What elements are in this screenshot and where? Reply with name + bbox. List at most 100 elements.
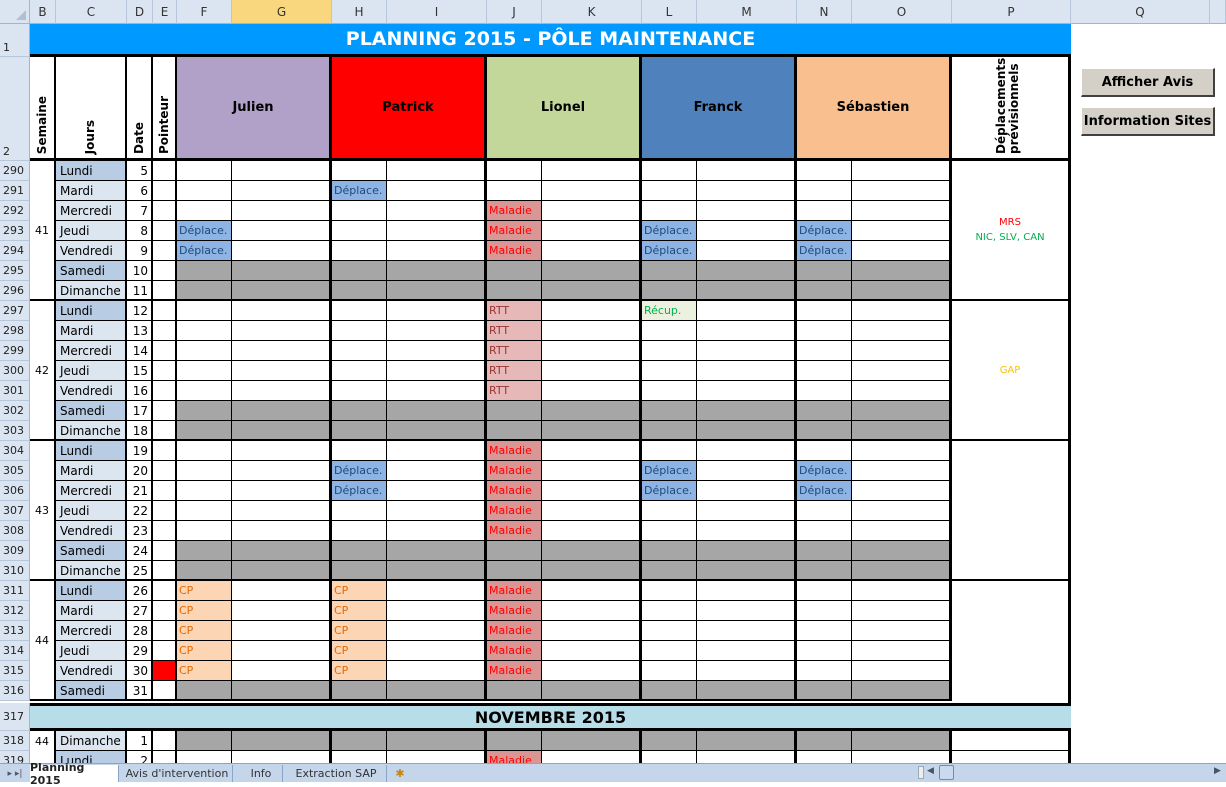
day-name-cell[interactable]: Jeudi: [56, 501, 127, 521]
planning-cell[interactable]: [797, 661, 852, 681]
column-header-G[interactable]: G: [232, 0, 332, 24]
planning-cell[interactable]: [177, 541, 232, 561]
planning-note-cell[interactable]: [232, 521, 332, 541]
planning-cell[interactable]: [177, 381, 232, 401]
pointeur-cell[interactable]: [153, 281, 177, 301]
planning-note-cell[interactable]: [697, 201, 797, 221]
pointeur-cell[interactable]: [153, 161, 177, 181]
day-name-cell[interactable]: Jeudi: [56, 641, 127, 661]
planning-cell[interactable]: [797, 321, 852, 341]
row-header[interactable]: 302: [0, 401, 30, 421]
date-cell[interactable]: 9: [127, 241, 153, 261]
planning-note-cell[interactable]: [387, 601, 487, 621]
pointeur-cell[interactable]: [153, 461, 177, 481]
date-cell[interactable]: 11: [127, 281, 153, 301]
date-cell[interactable]: 16: [127, 381, 153, 401]
planning-note-cell[interactable]: [542, 481, 642, 501]
week-number-cell[interactable]: 42: [30, 301, 56, 441]
day-name-cell[interactable]: Mardi: [56, 181, 127, 201]
row-header[interactable]: 298: [0, 321, 30, 341]
planning-note-cell[interactable]: [542, 441, 642, 461]
planning-cell[interactable]: [332, 441, 387, 461]
planning-note-cell[interactable]: [232, 241, 332, 261]
planning-cell[interactable]: [332, 361, 387, 381]
row-header[interactable]: 307: [0, 501, 30, 521]
pointeur-cell[interactable]: [153, 241, 177, 261]
planning-note-cell[interactable]: [387, 621, 487, 641]
row-header[interactable]: 308: [0, 521, 30, 541]
column-header-E[interactable]: E: [153, 0, 177, 24]
row-header[interactable]: 305: [0, 461, 30, 481]
planning-note-cell[interactable]: [232, 321, 332, 341]
planning-note-cell[interactable]: [852, 261, 952, 281]
sheet-tab-info[interactable]: Info: [240, 765, 283, 782]
week-number-cell[interactable]: 44: [30, 731, 56, 751]
row-header[interactable]: 318: [0, 731, 30, 751]
day-name-cell[interactable]: Mercredi: [56, 341, 127, 361]
planning-cell[interactable]: [642, 181, 697, 201]
date-cell[interactable]: 8: [127, 221, 153, 241]
date-cell[interactable]: 6: [127, 181, 153, 201]
planning-note-cell[interactable]: [232, 601, 332, 621]
week-number-cell[interactable]: 41: [30, 161, 56, 301]
planning-cell[interactable]: [642, 681, 697, 701]
planning-cell[interactable]: [177, 261, 232, 281]
day-name-cell[interactable]: Lundi: [56, 301, 127, 321]
planning-cell[interactable]: [642, 561, 697, 581]
pointeur-cell[interactable]: [153, 361, 177, 381]
planning-cell[interactable]: Déplace.: [642, 461, 697, 481]
planning-note-cell[interactable]: [852, 321, 952, 341]
planning-note-cell[interactable]: [542, 401, 642, 421]
planning-note-cell[interactable]: [232, 641, 332, 661]
planning-cell[interactable]: Déplace.: [642, 241, 697, 261]
planning-cell[interactable]: [177, 421, 232, 441]
planning-cell[interactable]: Déplace.: [177, 221, 232, 241]
row-header[interactable]: 309: [0, 541, 30, 561]
planning-note-cell[interactable]: [852, 601, 952, 621]
planning-note-cell[interactable]: [852, 621, 952, 641]
planning-note-cell[interactable]: [697, 261, 797, 281]
pointeur-cell[interactable]: [153, 381, 177, 401]
planning-note-cell[interactable]: [232, 401, 332, 421]
planning-cell[interactable]: [332, 541, 387, 561]
planning-cell[interactable]: [642, 281, 697, 301]
planning-note-cell[interactable]: [387, 221, 487, 241]
planning-note-cell[interactable]: [852, 731, 952, 751]
planning-cell[interactable]: [332, 731, 387, 751]
planning-cell[interactable]: [177, 181, 232, 201]
planning-cell[interactable]: Déplace.: [797, 461, 852, 481]
planning-note-cell[interactable]: [697, 521, 797, 541]
planning-note-cell[interactable]: [697, 481, 797, 501]
date-cell[interactable]: 19: [127, 441, 153, 461]
planning-cell[interactable]: Déplace.: [797, 481, 852, 501]
planning-note-cell[interactable]: [232, 181, 332, 201]
row-header[interactable]: 310: [0, 561, 30, 581]
planning-cell[interactable]: [642, 581, 697, 601]
pointeur-cell[interactable]: [153, 621, 177, 641]
planning-note-cell[interactable]: [232, 661, 332, 681]
planning-note-cell[interactable]: [852, 341, 952, 361]
planning-cell[interactable]: [487, 181, 542, 201]
planning-cell[interactable]: Maladie: [487, 201, 542, 221]
planning-note-cell[interactable]: [852, 441, 952, 461]
day-name-cell[interactable]: Mardi: [56, 461, 127, 481]
date-cell[interactable]: 10: [127, 261, 153, 281]
planning-cell[interactable]: [332, 681, 387, 701]
pointeur-cell[interactable]: [153, 201, 177, 221]
planning-cell[interactable]: [797, 341, 852, 361]
planning-cell[interactable]: RTT: [487, 381, 542, 401]
day-name-cell[interactable]: Samedi: [56, 541, 127, 561]
scroll-right-icon[interactable]: ▶: [1214, 766, 1224, 779]
planning-note-cell[interactable]: [232, 261, 332, 281]
planning-cell[interactable]: RTT: [487, 341, 542, 361]
pointeur-cell[interactable]: [153, 541, 177, 561]
planning-cell[interactable]: [332, 561, 387, 581]
pointeur-cell[interactable]: [153, 501, 177, 521]
planning-cell[interactable]: [177, 321, 232, 341]
planning-cell[interactable]: [642, 341, 697, 361]
planning-cell[interactable]: [797, 521, 852, 541]
pointeur-cell[interactable]: [153, 181, 177, 201]
planning-note-cell[interactable]: [697, 441, 797, 461]
planning-note-cell[interactable]: [542, 341, 642, 361]
planning-cell[interactable]: [487, 261, 542, 281]
